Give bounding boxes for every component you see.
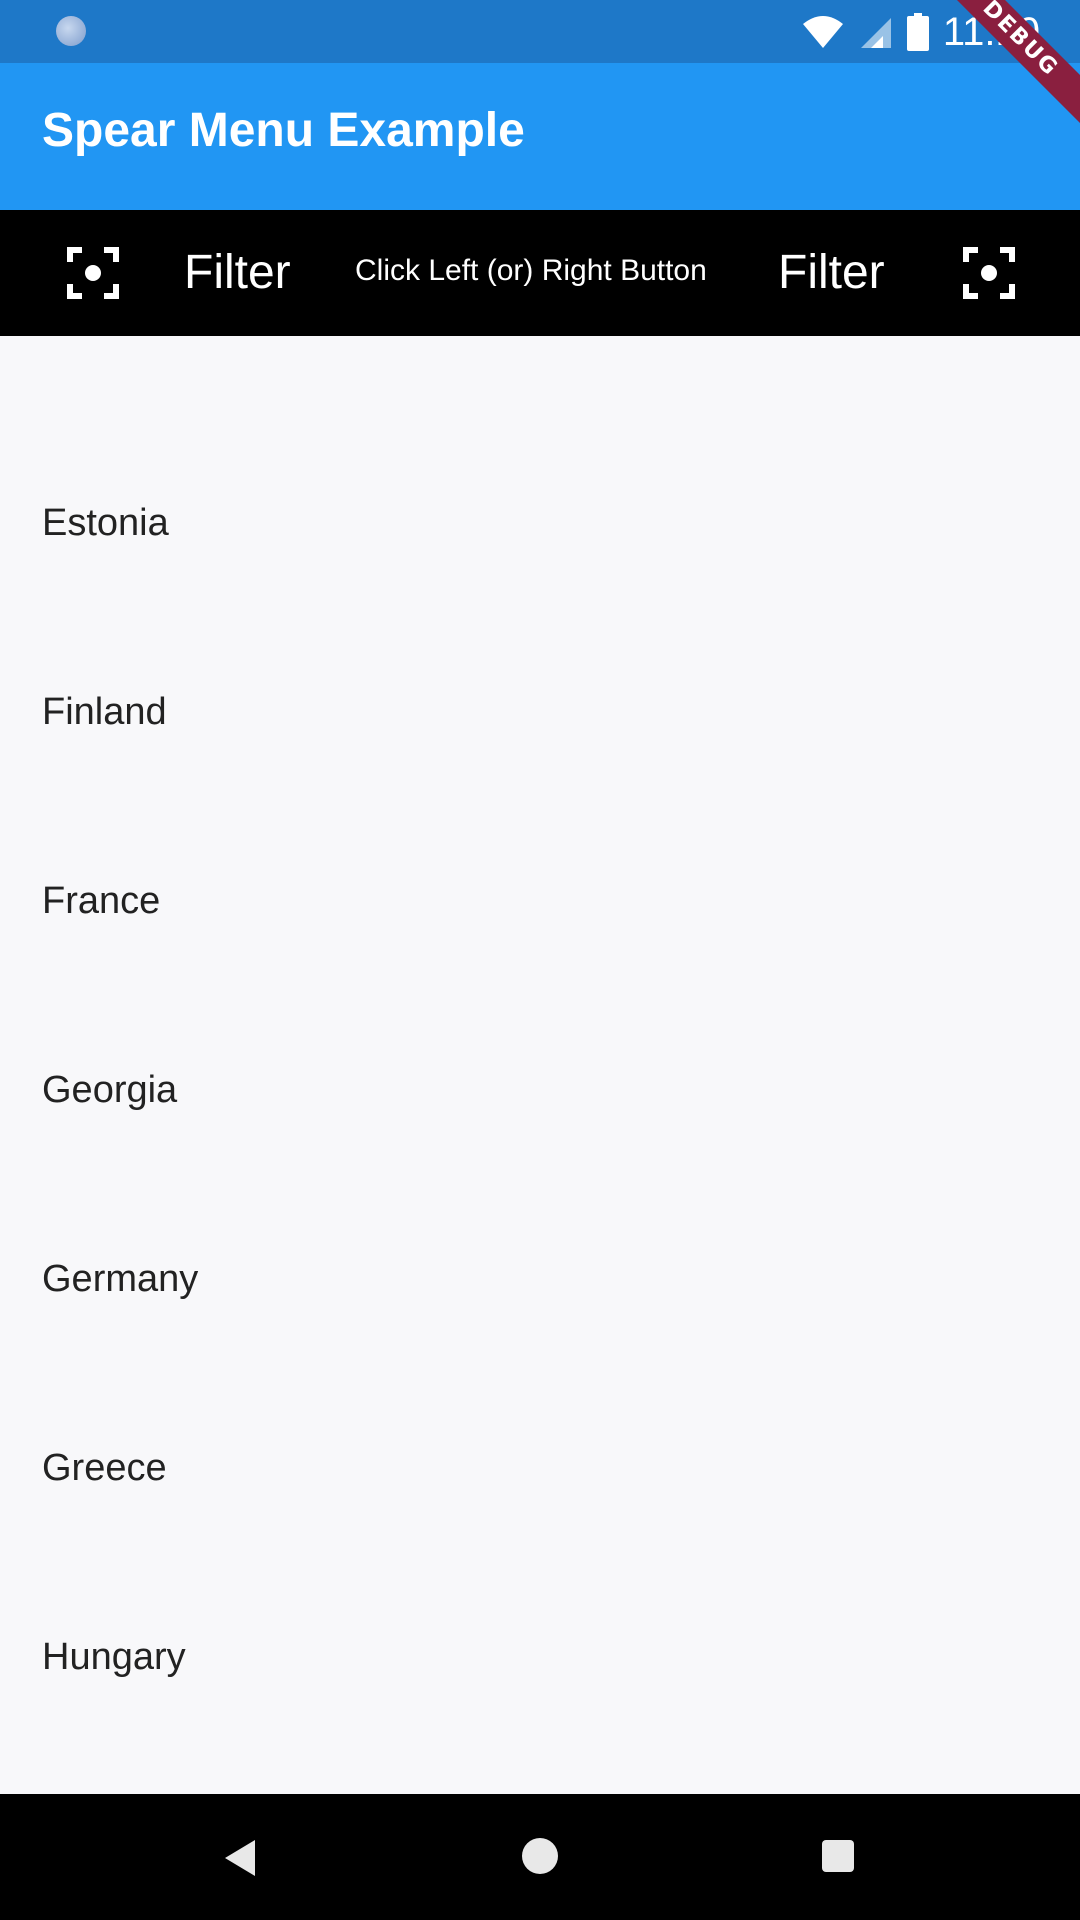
list-item[interactable]: Georgia bbox=[0, 999, 1080, 1188]
battery-icon bbox=[906, 13, 929, 51]
list-item-label: Germany bbox=[42, 1258, 199, 1300]
filter-bar: Filter Click Left (or) Right Button Filt… bbox=[0, 210, 1080, 336]
left-focus-icon[interactable] bbox=[66, 246, 120, 300]
list-item[interactable]: Greece bbox=[0, 1377, 1080, 1566]
app-bar: Spear Menu Example bbox=[0, 63, 1080, 210]
filter-hint: Click Left (or) Right Button bbox=[355, 254, 707, 287]
right-focus-icon[interactable] bbox=[962, 246, 1016, 300]
left-filter-button[interactable]: Filter bbox=[184, 240, 291, 306]
home-icon[interactable] bbox=[522, 1838, 558, 1874]
list-item-label: Hungary bbox=[42, 1636, 186, 1678]
list-item[interactable]: France bbox=[0, 810, 1080, 999]
back-icon[interactable] bbox=[225, 1840, 255, 1876]
status-bar: 11:10 bbox=[0, 0, 1080, 63]
list-item-label: Finland bbox=[42, 691, 167, 733]
recents-icon[interactable] bbox=[822, 1840, 854, 1872]
right-filter-button[interactable]: Filter bbox=[778, 240, 885, 306]
list-item[interactable]: Germany bbox=[0, 1188, 1080, 1377]
list-item[interactable]: Finland bbox=[0, 621, 1080, 810]
list-item-label: Georgia bbox=[42, 1069, 178, 1111]
list-item-label: France bbox=[42, 880, 161, 922]
list-item-label: Greece bbox=[42, 1447, 167, 1489]
signal-icon bbox=[860, 18, 891, 48]
list-item[interactable]: Estonia bbox=[0, 432, 1080, 621]
screen: 11:10 DEBUG Spear Menu Example Filter Cl… bbox=[0, 0, 1080, 1920]
list-item-label: Estonia bbox=[42, 502, 169, 544]
wifi-icon bbox=[802, 16, 843, 48]
country-list[interactable]: Estonia Finland France Georgia Germany G… bbox=[0, 336, 1080, 1794]
system-nav-bar bbox=[0, 1794, 1080, 1920]
list-item[interactable]: Hungary bbox=[0, 1566, 1080, 1755]
notification-dot-icon bbox=[56, 16, 86, 46]
app-title: Spear Menu Example bbox=[42, 104, 525, 157]
